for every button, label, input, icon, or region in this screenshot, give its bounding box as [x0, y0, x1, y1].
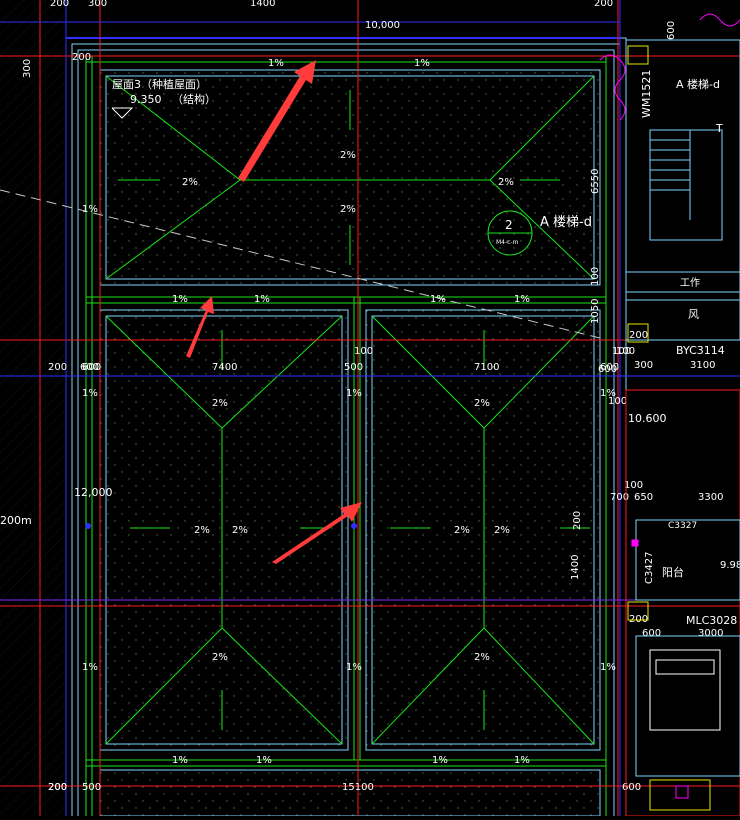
dim: 100	[624, 480, 643, 491]
span-dim: 7100	[474, 362, 499, 373]
slope-label: 1%	[514, 755, 530, 766]
slope-label: 1%	[346, 662, 362, 673]
slope-label: 2%	[454, 525, 470, 536]
top-dim-2: 300	[88, 0, 107, 9]
slope-label: 1%	[346, 388, 362, 399]
roof-struct: （结构）	[172, 92, 216, 106]
feng-label: 风	[688, 308, 699, 321]
span-dim: 600	[82, 362, 101, 373]
dim: 100	[608, 396, 627, 407]
stair-label: A 楼梯-d	[540, 215, 592, 230]
slope-label: 2%	[474, 398, 490, 409]
slope-label: 2%	[212, 652, 228, 663]
left-200m: 200m	[0, 514, 32, 527]
yangtai-label: 阳台	[662, 565, 684, 579]
mlc-label: MLC3028	[686, 614, 737, 627]
slope-label: 2%	[340, 150, 356, 161]
slope-label: 1%	[432, 755, 448, 766]
elev-label: 9.98	[720, 560, 740, 571]
slope-label: 2%	[232, 525, 248, 536]
dim: 6550	[590, 169, 601, 194]
slope-label: 1%	[600, 662, 616, 673]
bottom-dim: 500	[82, 782, 101, 793]
dim: 3100	[690, 360, 715, 371]
section-num: 2	[505, 218, 513, 232]
bottom-dim: 200	[48, 782, 67, 793]
dim: 200	[629, 330, 648, 341]
roof-elev: 9.350	[130, 93, 162, 106]
dim: 300	[634, 360, 653, 371]
dim: 600	[598, 364, 617, 375]
dim: 3000	[698, 628, 723, 639]
dim: 1400	[570, 555, 581, 580]
span-dim: 100	[354, 346, 373, 357]
left-dim-5: 200	[72, 52, 91, 63]
dim: 650	[634, 492, 653, 503]
slope-label: 2%	[340, 204, 356, 215]
left-elev: 12,000	[74, 486, 113, 499]
slope-label: 1%	[82, 388, 98, 399]
bottom-dim: 15100	[342, 782, 374, 793]
dim: 600	[642, 628, 661, 639]
c-label: C3327	[668, 521, 697, 531]
wm-label: WM1521	[640, 70, 653, 118]
slope-label: 2%	[494, 525, 510, 536]
cad-drawing-canvas: 200 300 1400 200 10,000 300 200 600 200 …	[0, 0, 740, 819]
dim: 3300	[698, 492, 723, 503]
span-dim: 500	[344, 362, 363, 373]
slope-label: 1%	[254, 294, 270, 305]
byc-label: BYC3114	[676, 344, 725, 357]
dim: 600	[666, 21, 677, 40]
left-hatch-zone	[0, 0, 66, 816]
top-dim-4: 200	[594, 0, 613, 9]
slope-label: 1%	[82, 204, 98, 215]
top-dim-3: 1400	[250, 0, 275, 9]
roof-plan-drawing: 200 300 1400 200 10,000 300 200 600 200 …	[0, 0, 740, 819]
dim: 200	[572, 511, 583, 530]
slope-label: 1%	[256, 755, 272, 766]
left-dim-2: 200	[48, 362, 67, 373]
dim: 100	[612, 346, 631, 357]
c-label: C3427	[644, 552, 655, 584]
slope-label: 1%	[430, 294, 446, 305]
dim: 1050	[590, 299, 601, 324]
slope-label: 1%	[172, 755, 188, 766]
slope-label: 2%	[182, 177, 198, 188]
slope-label: 2%	[194, 525, 210, 536]
roof-label-text: 屋面3（种植屋面）	[112, 77, 207, 91]
top-total: 10,000	[365, 20, 400, 31]
top-dim-1: 200	[50, 0, 69, 9]
slope-label: 1%	[82, 662, 98, 673]
gong-label: 工作	[680, 277, 700, 289]
slope-label: 1%	[172, 294, 188, 305]
span-dim: 7400	[212, 362, 237, 373]
section-sub: M4-c-m	[496, 239, 519, 246]
dim: 600	[622, 782, 641, 793]
slope-label: 1%	[514, 294, 530, 305]
slope-label: 2%	[498, 177, 514, 188]
slope-label: 2%	[212, 398, 228, 409]
stair-label: A 楼梯-d	[676, 77, 720, 91]
elev-label: 10.600	[628, 412, 667, 425]
slope-label: 1%	[414, 58, 430, 69]
slope-label: 1%	[268, 58, 284, 69]
t-label: T	[715, 122, 723, 135]
dim: 100	[590, 267, 601, 286]
left-dim-1: 300	[22, 59, 33, 78]
slope-label: 2%	[474, 652, 490, 663]
